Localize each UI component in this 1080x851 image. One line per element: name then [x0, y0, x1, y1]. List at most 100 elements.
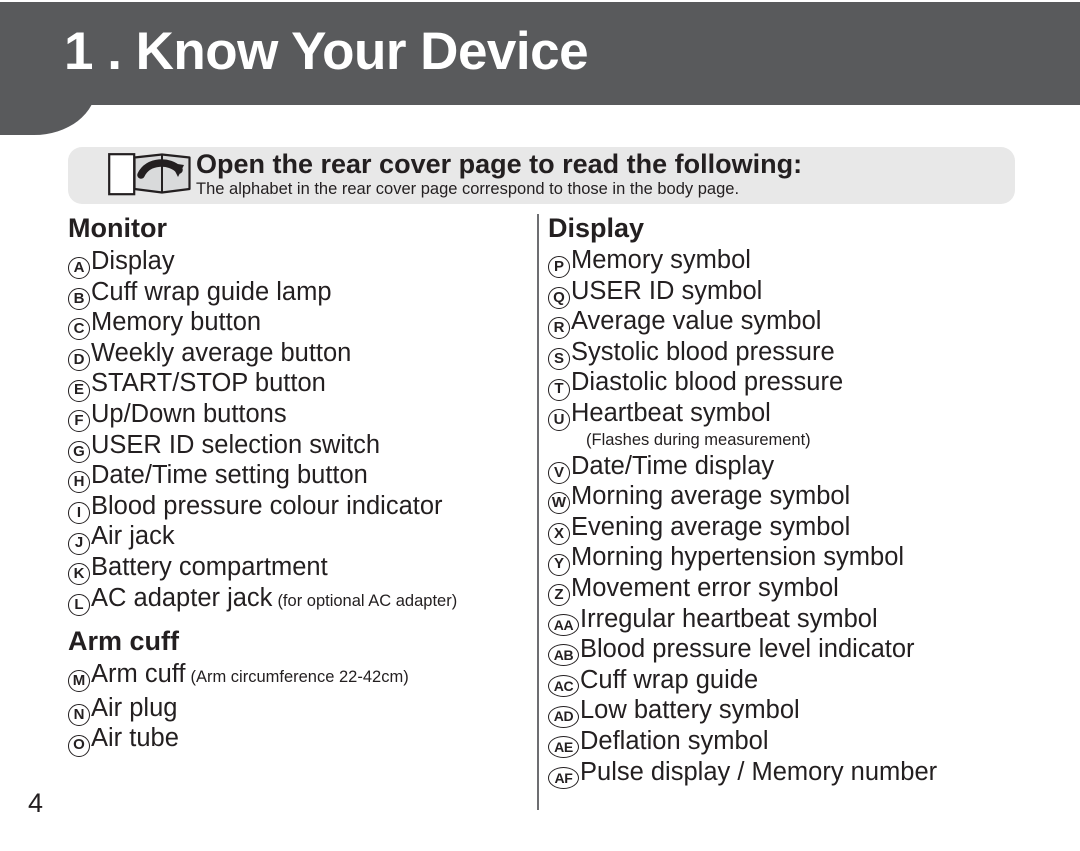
list-item: W Morning average symbol — [548, 481, 1018, 515]
marker-badge-ae: AE — [548, 736, 579, 759]
list-item-label: Air plug — [91, 693, 178, 722]
list-item-label: Irregular heartbeat symbol — [580, 604, 878, 633]
list-item-label: START/STOP button — [91, 369, 326, 398]
list-item: Z Movement error symbol — [548, 573, 1018, 607]
marker-badge-ab: AB — [548, 644, 579, 667]
list-item: L AC adapter jack (for optional AC adapter… — [68, 583, 530, 617]
callout-note: The alphabet in the rear cover page corr… — [196, 180, 740, 198]
list-item: E START/STOP button — [68, 368, 530, 402]
list-item: AD Low battery symbol — [548, 695, 1018, 728]
list-item-label: Air tube — [91, 724, 179, 753]
list-item: F Up/Down buttons — [68, 399, 530, 433]
list-item-label: Average value symbol — [571, 307, 822, 336]
list-item-label: Cuff wrap guide — [580, 665, 759, 694]
right-column: Display P Memory symbol Q USER ID symbol R Ave… — [548, 212, 1018, 789]
marker-badge-q: Q — [548, 286, 570, 309]
marker-badge-l: L — [68, 593, 90, 616]
list-item-label: Systolic blood pressure — [571, 337, 835, 366]
list-item: O Air tube — [68, 723, 530, 757]
list-item: H Date/Time setting button — [68, 460, 530, 494]
list-item-label: AC adapter jack — [91, 583, 273, 612]
list-item: G USER ID selection switch — [68, 430, 530, 463]
marker-badge-i: I — [68, 502, 90, 525]
list-item: J Air jack — [68, 521, 530, 555]
section-title: Arm cuff — [68, 626, 180, 657]
list-item: I Blood pressure colour indicator — [68, 491, 530, 525]
marker-badge-g: G — [68, 440, 90, 463]
list-item: AF Pulse display / Memory number — [548, 757, 1018, 789]
marker-badge-o: O — [68, 734, 90, 757]
list-item: AE Deflation symbol — [548, 726, 1018, 759]
marker-badge-ac: AC — [548, 675, 579, 698]
list-item-subnote: (Flashes during measurement) — [586, 430, 811, 449]
list-item: V Date/Time display — [548, 451, 1018, 484]
list-item-label: Movement error symbol — [571, 573, 839, 602]
list-item-label: Cuff wrap guide lamp — [91, 277, 332, 306]
marker-badge-d: D — [68, 349, 90, 372]
open-book-icon — [108, 153, 191, 197]
list-item: N Air plug — [68, 693, 530, 727]
list-item: Y Morning hypertension symbol — [548, 542, 1018, 576]
list-item: C Memory button — [68, 307, 530, 341]
marker-badge-af: AF — [548, 766, 579, 789]
list-item: P Memory symbol — [548, 245, 1018, 279]
marker-badge-v: V — [548, 461, 570, 484]
list-item: K Battery compartment — [68, 552, 530, 586]
marker-badge-t: T — [548, 378, 570, 401]
list-item-label: Evening average symbol — [571, 512, 851, 541]
marker-badge-b: B — [68, 287, 90, 310]
marker-badge-aa: AA — [548, 613, 579, 636]
list-item-label: Deflation symbol — [580, 726, 769, 755]
list-item-label: Pulse display / Memory number — [580, 757, 938, 786]
list-item-label: Date/Time setting button — [91, 461, 368, 490]
list-item-label: Memory button — [91, 308, 262, 337]
list-item-label: Display — [91, 247, 175, 275]
list-item: AA Irregular heartbeat symbol — [548, 604, 1018, 636]
marker-badge-j: J — [68, 532, 90, 555]
page-title: 1 . Know Your Device — [64, 22, 589, 81]
marker-badge-ad: AD — [548, 705, 579, 728]
marker-badge-n: N — [68, 704, 90, 727]
list-item-label: Memory symbol — [571, 246, 751, 274]
list-item-label: Heartbeat symbol — [571, 398, 771, 427]
list-item-label: Blood pressure colour indicator — [91, 491, 443, 520]
list-item: T Diastolic blood pressure — [548, 367, 1018, 401]
list-item-label: USER ID symbol — [571, 276, 763, 305]
marker-badge-y: Y — [548, 553, 570, 576]
column-divider — [537, 214, 539, 810]
list-item-label: Blood pressure level indicator — [580, 635, 915, 664]
list-item-label: Morning hypertension symbol — [571, 543, 905, 572]
list-item-label: Battery compartment — [91, 552, 328, 581]
list-item-label: Diastolic blood pressure — [571, 368, 844, 397]
marker-badge-x: X — [548, 523, 570, 546]
list-item: AB Blood pressure level indicator — [548, 634, 1018, 667]
page-number: 4 — [28, 788, 44, 818]
list-item: X Evening average symbol — [548, 512, 1018, 546]
list-item: U Heartbeat symbol — [548, 398, 1018, 432]
section-title: Display — [548, 213, 645, 243]
callout-heading: Open the rear cover page to read the fol… — [196, 149, 803, 179]
list-item-parenthetical: (for optional AC adapter) — [277, 591, 458, 610]
list-item: R Average value symbol — [548, 306, 1018, 340]
list-item: Q USER ID symbol — [548, 276, 1018, 309]
callout-banner: Open the rear cover page to read the fol… — [68, 147, 1015, 204]
list-item-label: USER ID selection switch — [91, 430, 381, 459]
list-item-label: Low battery symbol — [580, 696, 800, 725]
list-item: B Cuff wrap guide lamp — [68, 277, 530, 310]
list-item: S Systolic blood pressure — [548, 337, 1018, 371]
list-item-label: Air jack — [91, 522, 175, 551]
list-item-label: Weekly average button — [91, 338, 352, 367]
list-item: M Arm cuff (Arm circumference 22-42cm) — [68, 659, 530, 693]
marker-badge-e: E — [68, 379, 90, 402]
left-column: Monitor A Display B Cuff wrap guide lamp C Mem… — [68, 212, 530, 757]
list-item-label: Morning average symbol — [571, 482, 851, 511]
list-item-label: Up/Down buttons — [91, 399, 287, 428]
marker-badge-m: M — [68, 670, 90, 693]
section-title: Monitor — [68, 213, 167, 243]
list-item: A Display — [68, 246, 530, 280]
marker-badge-s: S — [548, 348, 570, 371]
list-item-label: Arm cuff — [91, 660, 186, 689]
list-item: AC Cuff wrap guide — [548, 665, 1018, 698]
list-item: D Weekly average button — [68, 338, 530, 372]
